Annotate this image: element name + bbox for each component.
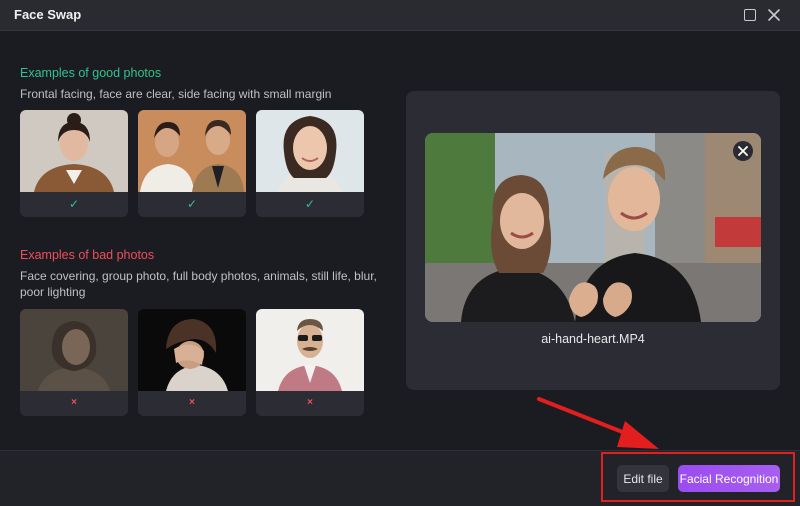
bad-photo-card: × — [20, 309, 128, 416]
annotation-arrow-icon — [537, 397, 659, 449]
edit-file-button[interactable]: Edit file — [617, 465, 669, 492]
preview-video-thumbnail[interactable] — [425, 133, 761, 322]
close-icon[interactable] — [766, 7, 782, 23]
two-men-portrait-photo — [138, 110, 246, 192]
bad-photo-card: × — [138, 309, 246, 416]
facial-recognition-button[interactable]: Facial Recognition — [678, 465, 780, 492]
check-icon: ✓ — [186, 197, 198, 211]
woman-covering-face-photo — [138, 309, 246, 391]
good-photos-description: Frontal facing, face are clear, side fac… — [20, 87, 332, 101]
bad-photos-description: Face covering, group photo, full body ph… — [20, 269, 377, 299]
preview-panel: ai-hand-heart.MP4 — [406, 91, 780, 390]
cross-icon: × — [71, 397, 77, 408]
good-photo-card: ✓ — [138, 110, 246, 217]
window-title: Face Swap — [14, 7, 82, 22]
check-icon: ✓ — [304, 197, 316, 211]
good-photos-title: Examples of good photos — [20, 66, 162, 80]
cross-icon: × — [189, 397, 195, 408]
maximize-icon[interactable] — [742, 7, 758, 23]
good-photo-card: ✓ — [256, 110, 364, 217]
good-photo-card: ✓ — [20, 110, 128, 217]
bad-photos-title: Examples of bad photos — [20, 248, 155, 262]
close-icon[interactable] — [733, 141, 753, 161]
title-bar: Face Swap — [0, 0, 800, 31]
woman-portrait-photo — [20, 110, 128, 192]
smiling-woman-photo — [256, 110, 364, 192]
man-sunglasses-photo — [256, 309, 364, 391]
file-name-label: ai-hand-heart.MP4 — [541, 332, 645, 346]
couple-hand-heart-photo — [425, 133, 761, 322]
blurry-woman-photo — [20, 309, 128, 391]
cross-icon: × — [307, 397, 313, 408]
bad-photo-card: × — [256, 309, 364, 416]
check-icon: ✓ — [68, 197, 80, 211]
